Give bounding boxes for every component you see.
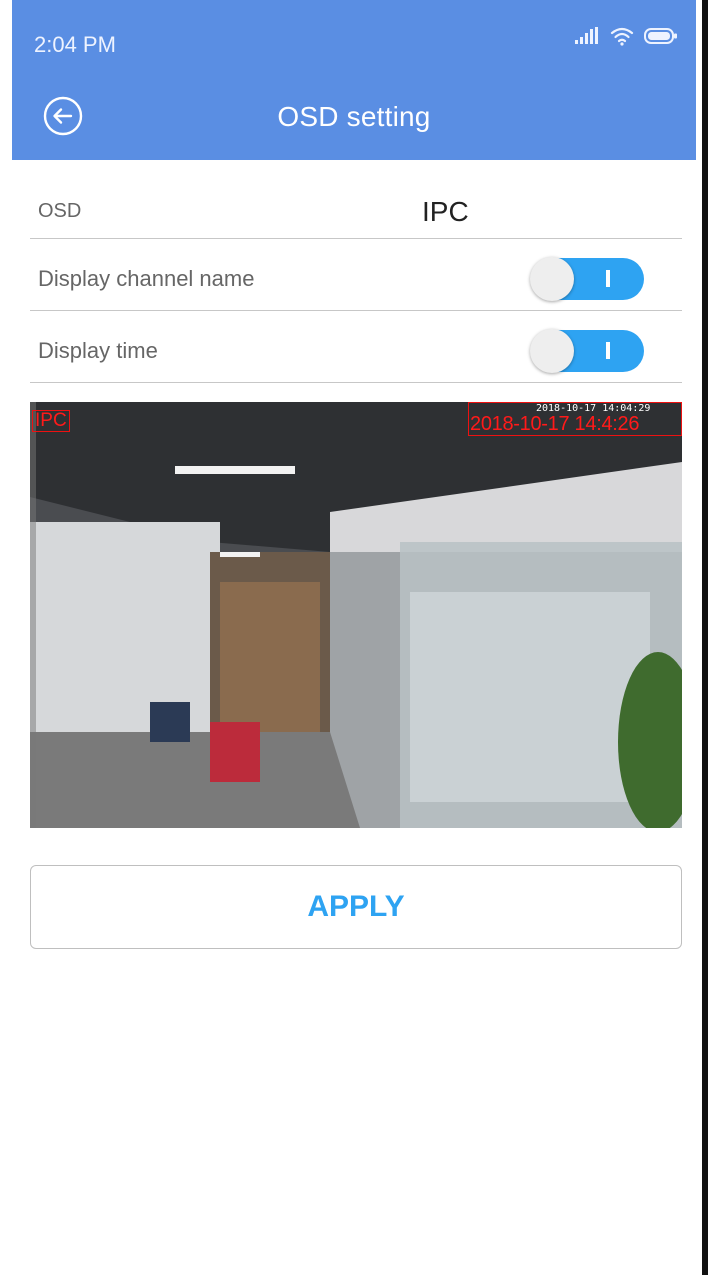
toggle-row-time: Display time	[30, 312, 682, 383]
signal-icon	[575, 27, 598, 44]
time-overlay: 2018-10-17 14:4:26	[470, 413, 640, 435]
apply-button[interactable]: APPLY	[30, 865, 682, 949]
toggle-knob[interactable]	[530, 257, 574, 301]
camera-scene-image	[30, 402, 682, 828]
toggle-on-mark	[606, 270, 610, 287]
screen-edge	[702, 0, 708, 1275]
display-time-toggle[interactable]	[530, 329, 644, 373]
status-icons	[574, 26, 678, 46]
osd-value: IPC	[422, 196, 469, 227]
app-bar: 2:04 PM OSD setting	[12, 0, 696, 160]
channel-name-overlay: IPC	[32, 410, 70, 432]
osd-label: OSD	[38, 200, 82, 222]
toggle-row-channel-name: Display channel name	[30, 240, 682, 311]
battery-icon	[644, 28, 677, 44]
page-title: OSD setting	[277, 101, 431, 132]
display-time-label: Display time	[38, 338, 158, 363]
channel-name-label: Display channel name	[38, 266, 255, 291]
status-time: 2:04 PM	[34, 32, 116, 57]
toggle-knob[interactable]	[530, 329, 574, 373]
camera-preview: IPC 2018-10-17 14:04:29 2018-10-17 14:4:…	[30, 402, 682, 828]
channel-name-toggle[interactable]	[530, 257, 644, 301]
wifi-icon	[610, 27, 634, 46]
osd-row: OSD IPC	[30, 170, 682, 239]
toggle-on-mark	[606, 342, 610, 359]
